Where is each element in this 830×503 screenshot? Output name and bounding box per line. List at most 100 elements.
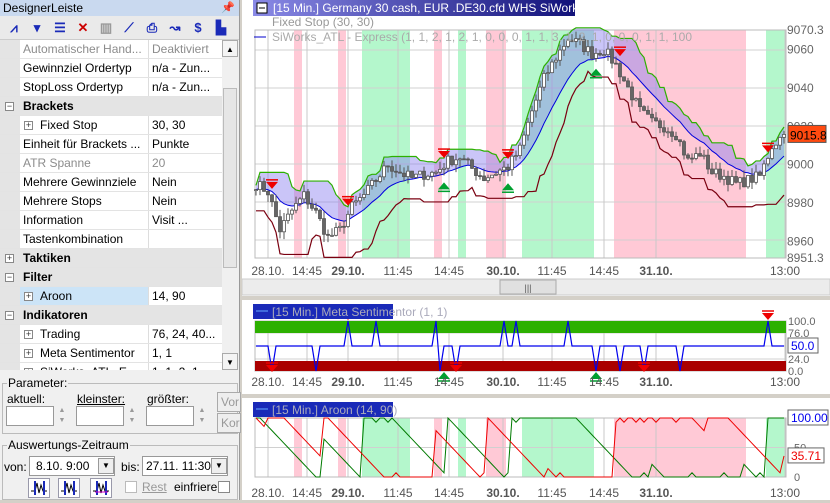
- price-axis-label: 9060: [787, 43, 814, 57]
- property-value[interactable]: Nein: [149, 192, 222, 210]
- max-input[interactable]: [146, 406, 194, 426]
- scroll-down-icon[interactable]: ▼: [222, 353, 238, 370]
- period-range-icon[interactable]: [58, 478, 80, 498]
- property-row[interactable]: Trading +76, 24, 40...: [0, 325, 222, 344]
- min-spinner[interactable]: ▲ ▼: [126, 406, 138, 426]
- period-shift-icon[interactable]: [90, 478, 112, 498]
- property-value[interactable]: Deaktiviert: [149, 40, 222, 58]
- trade-icon[interactable]: ↝: [165, 19, 185, 37]
- candle: [402, 172, 406, 178]
- max-spinner[interactable]: ▲ ▼: [196, 406, 208, 426]
- candle: [682, 141, 686, 156]
- vor-button[interactable]: Vor: [217, 392, 241, 412]
- expand-icon[interactable]: +: [24, 368, 33, 370]
- candle: [526, 121, 530, 136]
- collapse-icon[interactable]: −: [5, 311, 14, 320]
- candle: [698, 153, 702, 157]
- property-row[interactable]: ATR Spanne 20: [0, 154, 222, 173]
- scroll-thumb[interactable]: [223, 88, 237, 268]
- candle: [706, 154, 710, 170]
- kor-button[interactable]: Kor: [217, 413, 241, 433]
- pin-icon[interactable]: 📌: [221, 0, 235, 16]
- property-value[interactable]: Visit ...: [149, 211, 222, 229]
- property-row[interactable]: Meta Sentimentor +1, 1: [0, 344, 222, 363]
- collapse-icon[interactable]: −: [5, 273, 14, 282]
- report-icon[interactable]: ▥: [96, 19, 116, 37]
- property-value[interactable]: n/a - Zun...: [149, 78, 222, 96]
- rest-checkbox[interactable]: [125, 481, 137, 493]
- property-value[interactable]: 20: [149, 154, 222, 172]
- min-input[interactable]: [76, 406, 124, 426]
- expand-icon[interactable]: +: [24, 292, 33, 301]
- candle: [702, 154, 706, 157]
- property-category[interactable]: + Taktiken: [0, 249, 222, 268]
- print-icon[interactable]: ⎙: [142, 19, 162, 37]
- property-value[interactable]: Punkte: [149, 135, 222, 153]
- candle: [286, 213, 290, 221]
- property-category[interactable]: − Indikatoren: [0, 306, 222, 325]
- expand-icon[interactable]: +: [24, 330, 33, 339]
- to-dropdown-icon[interactable]: ▼: [211, 458, 227, 474]
- current-spinner[interactable]: ▲ ▼: [56, 406, 68, 426]
- candle: [346, 213, 350, 227]
- period-start-icon[interactable]: [28, 478, 50, 498]
- property-name: Information: [20, 211, 149, 229]
- property-value[interactable]: n/a - Zun...: [149, 59, 222, 77]
- from-dropdown-icon[interactable]: ▼: [98, 458, 114, 474]
- main-time-label: 14:45: [292, 264, 322, 278]
- designer-panel: DesignerLeiste 📌 ⩘ ▾ ☰ ✕ ▥ ⟋ ⎙ ↝ $ ▙ Automatischer…: [0, 0, 241, 500]
- main-zone: [382, 30, 386, 258]
- main-time-label: 14:45: [589, 264, 619, 278]
- property-category[interactable]: − Brackets: [0, 97, 222, 116]
- property-row[interactable]: Fixed Stop +30, 30: [0, 116, 222, 135]
- expand-icon[interactable]: +: [24, 349, 33, 358]
- property-row[interactable]: Gewinnziel Ordertyp n/a - Zun...: [0, 59, 222, 78]
- property-value[interactable]: 30, 30: [149, 116, 222, 134]
- candle: [546, 72, 550, 75]
- candle: [634, 98, 638, 101]
- sentimentor-time-label: 14:45: [292, 375, 322, 389]
- main-zone: [670, 30, 674, 258]
- property-value[interactable]: 76, 24, 40...: [149, 325, 222, 343]
- property-scrollbar[interactable]: ▲ ▼: [222, 40, 238, 370]
- histogram-icon[interactable]: ▙: [211, 19, 231, 37]
- property-value[interactable]: Nein: [149, 173, 222, 191]
- property-row[interactable]: Aroon +14, 90: [0, 287, 222, 306]
- chart-canvas[interactable]: [15 Min.] Germany 30 cash, EUR .DE30.cfd…: [241, 0, 830, 500]
- optimize-icon[interactable]: ⟋: [119, 19, 139, 37]
- candle: [726, 175, 730, 185]
- property-row[interactable]: Automatischer Hand... Deaktiviert: [0, 40, 222, 59]
- property-category[interactable]: − Filter: [0, 268, 222, 287]
- property-row[interactable]: Einheit für Brackets ... Punkte: [0, 135, 222, 154]
- current-input[interactable]: [6, 406, 54, 426]
- scroll-up-icon[interactable]: ▲: [222, 40, 238, 57]
- delete-icon[interactable]: ✕: [73, 19, 93, 37]
- freeze-checkbox[interactable]: [218, 481, 230, 493]
- property-value[interactable]: 14, 90: [149, 287, 222, 305]
- property-row[interactable]: StopLoss Ordertyp n/a - Zun...: [0, 78, 222, 97]
- property-value[interactable]: 1, 1: [149, 344, 222, 362]
- dollar-icon[interactable]: $: [188, 19, 208, 37]
- dropdown-arrow-icon[interactable]: ▾: [27, 19, 47, 37]
- candle: [318, 209, 322, 220]
- candle: [490, 174, 494, 179]
- chart-icon[interactable]: ⩘: [4, 19, 24, 37]
- main-zone: [738, 30, 742, 258]
- candle: [362, 194, 366, 198]
- sentimentor-current-value: 50.0: [791, 339, 815, 353]
- candle: [498, 169, 502, 175]
- property-value[interactable]: [149, 230, 222, 248]
- expand-icon[interactable]: +: [24, 121, 33, 130]
- property-row[interactable]: Information Visit ...: [0, 211, 222, 230]
- collapse-icon[interactable]: −: [5, 102, 14, 111]
- property-row[interactable]: Mehrere Stops Nein: [0, 192, 222, 211]
- sentimentor-time-label: 14:45: [589, 375, 619, 389]
- list-icon[interactable]: ☰: [50, 19, 70, 37]
- property-row[interactable]: SiWorks_ATL_E+1, 1, 2, 1: [0, 363, 222, 370]
- expand-icon[interactable]: +: [5, 254, 14, 263]
- property-row[interactable]: Mehrere Gewinnziele Nein: [0, 173, 222, 192]
- property-value[interactable]: 1, 1, 2, 1: [149, 363, 222, 370]
- candle: [478, 175, 482, 177]
- property-row[interactable]: Tastenkombination: [0, 230, 222, 249]
- row-gutter: [0, 230, 20, 248]
